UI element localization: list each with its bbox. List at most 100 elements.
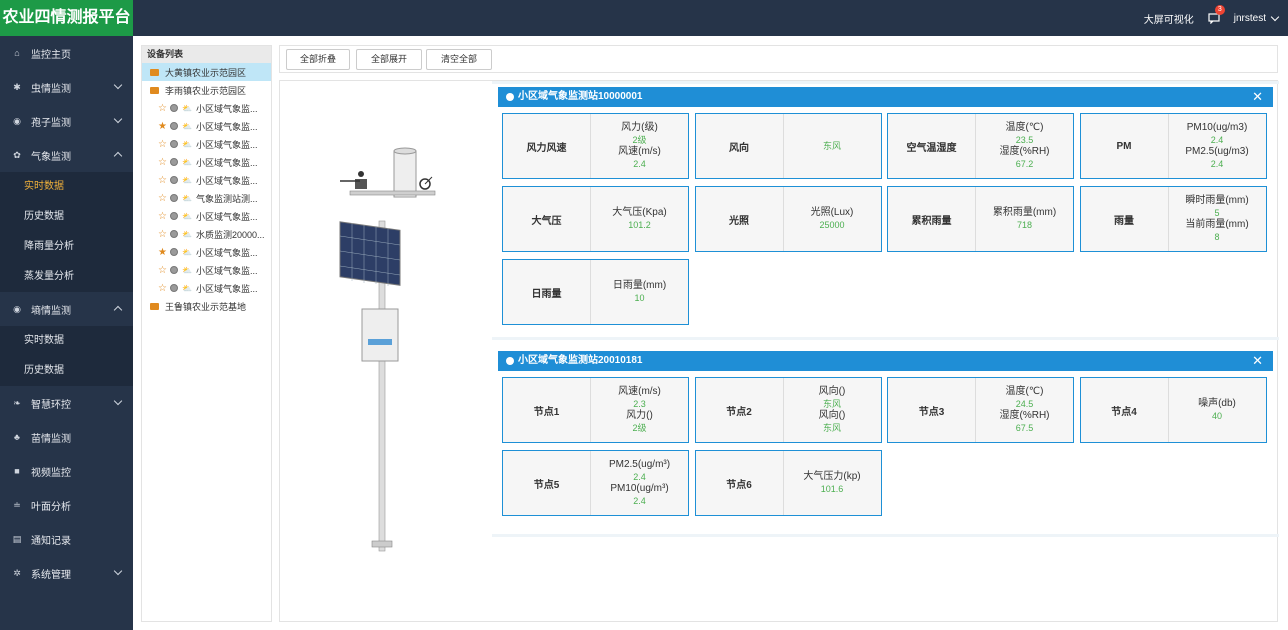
sidebar: ⌂ 监控主页 ✱ 虫情监测 ◉ 孢子监测 ✿ 气象监测 实时数据 历史数据 降雨量分析 蒸发量分析 ◉ 墒… — [0, 36, 133, 630]
tree-node[interactable]: ☆ ⛅ 小区域气象监... — [142, 207, 271, 225]
tree-node[interactable]: 大黄镇农业示范园区 — [142, 63, 271, 81]
chevron-down-icon[interactable] — [113, 114, 123, 124]
tree-node-label: 小区域气象监... — [195, 157, 258, 168]
sensor-value: 67.5 — [1015, 423, 1034, 433]
star-icon[interactable]: ☆ — [158, 211, 167, 222]
sensor-value: 东风 — [822, 423, 841, 433]
chevron-down-icon[interactable] — [113, 80, 123, 90]
sensor-name: 风速(m/s) — [618, 146, 661, 157]
star-icon[interactable]: ☆ — [158, 283, 167, 294]
tree-node-label: 小区域气象监... — [195, 103, 258, 114]
star-icon[interactable]: ★ — [158, 247, 167, 258]
collapse-all-button[interactable]: 全部折叠 — [286, 49, 350, 70]
app-logo-title[interactable]: 农业四情测报平台 — [0, 0, 133, 36]
star-icon[interactable]: ★ — [158, 121, 167, 132]
sidebar-item[interactable]: ⌂ 监控主页 — [0, 36, 133, 70]
star-icon[interactable]: ☆ — [158, 103, 167, 114]
sidebar-item[interactable]: ≐ 叶面分析 — [0, 488, 133, 522]
tree-node[interactable]: ☆ ⛅ 小区域气象监... — [142, 261, 271, 279]
sensor-value: 718 — [1016, 220, 1033, 230]
tree-node[interactable]: ☆ ⛅ 小区域气象监... — [142, 153, 271, 171]
sensor-card-values: 日雨量(mm) 10 — [591, 260, 688, 324]
station-panel-1-title: 小区域气象监测站10000001 — [518, 91, 643, 102]
sensor-card-label: 日雨量 — [503, 260, 591, 324]
clear-all-button[interactable]: 清空全部 — [426, 49, 492, 70]
sensor-value: 东风 — [822, 141, 841, 151]
sensor-card: 空气温湿度 温度(℃) 23.5 湿度(%RH) 67.2 — [887, 113, 1074, 179]
sidebar-subitem[interactable]: 降雨量分析 — [0, 232, 133, 262]
sidebar-item-label: 系统管理 — [31, 569, 71, 581]
sidebar-item[interactable]: ▤ 通知记录 — [0, 522, 133, 556]
chevron-down-icon[interactable] — [113, 566, 123, 576]
sidebar-item[interactable]: ✿ 气象监测 — [0, 138, 133, 172]
sidebar-item[interactable]: ◉ 墒情监测 — [0, 292, 133, 326]
close-icon[interactable]: ✕ — [1252, 351, 1263, 371]
sensor-card-values: 风向() 东风 风向() 东风 — [784, 378, 881, 442]
sensor-card: 节点1 风速(m/s) 2.3 风力() 2级 — [502, 377, 689, 443]
close-icon[interactable]: ✕ — [1252, 87, 1263, 107]
tree-node-label: 小区域气象监... — [195, 283, 258, 294]
sensor-card-values: 温度(℃) 24.5 湿度(%RH) 67.5 — [976, 378, 1073, 442]
sensor-card: 大气压 大气压(Kpa) 101.2 — [502, 186, 689, 252]
sidebar-subitem[interactable]: 历史数据 — [0, 202, 133, 232]
sensor-value: 101.2 — [628, 220, 651, 230]
tree-node[interactable]: ☆ ⛅ 小区域气象监... — [142, 171, 271, 189]
star-icon[interactable]: ☆ — [158, 139, 167, 150]
star-icon[interactable]: ☆ — [158, 157, 167, 168]
sidebar-subitem[interactable]: 实时数据 — [0, 326, 133, 356]
top-right-area: 大屏可视化 3 jnrstest — [1130, 0, 1280, 36]
expand-all-button[interactable]: 全部展开 — [356, 49, 422, 70]
tree-node-label: 小区域气象监... — [195, 121, 258, 132]
weather-cloud-icon: ⛅ — [182, 139, 192, 149]
status-dot-icon — [170, 230, 178, 238]
sensor-card-values: 大气压力(kp) 101.6 — [784, 451, 881, 515]
sidebar-item[interactable]: ■ 视频监控 — [0, 454, 133, 488]
chevron-up-icon[interactable] — [113, 151, 123, 161]
chevron-down-icon[interactable] — [113, 396, 123, 406]
sidebar-subitem[interactable]: 历史数据 — [0, 356, 133, 386]
tree-node[interactable]: 王鲁镇农业示范基地 — [142, 297, 271, 315]
bigscreen-link[interactable]: 大屏可视化 — [1144, 11, 1194, 26]
sidebar-item[interactable]: ✱ 虫情监测 — [0, 70, 133, 104]
tree-node[interactable]: ☆ ⛅ 小区域气象监... — [142, 279, 271, 297]
chevron-up-icon[interactable] — [113, 305, 123, 315]
tree-node[interactable]: ★ ⛅ 小区域气象监... — [142, 117, 271, 135]
tree-node[interactable]: 李雨镇农业示范园区 — [142, 81, 271, 99]
tree-node-label: 小区域气象监... — [195, 265, 258, 276]
weather-cloud-icon: ⛅ — [182, 157, 192, 167]
sidebar-item[interactable]: ✲ 系统管理 — [0, 556, 133, 590]
star-icon[interactable]: ☆ — [158, 193, 167, 204]
message-button[interactable]: 3 — [1208, 4, 1225, 24]
star-icon[interactable]: ☆ — [158, 229, 167, 240]
sidebar-subitem[interactable]: 蒸发量分析 — [0, 262, 133, 292]
sensor-card-label: PM — [1081, 114, 1169, 178]
sensor-card-label: 大气压 — [503, 187, 591, 251]
sensor-card-values: 东风 — [784, 114, 881, 178]
sensor-value: 67.2 — [1015, 159, 1034, 169]
sidebar-item[interactable]: ♣ 苗情监测 — [0, 420, 133, 454]
sensor-card-label: 节点1 — [503, 378, 591, 442]
sensor-name: 噪声(db) — [1198, 398, 1236, 409]
sensor-value: 8 — [1214, 232, 1220, 242]
sensor-card-values: 温度(℃) 23.5 湿度(%RH) 67.2 — [976, 114, 1073, 178]
star-icon[interactable]: ☆ — [158, 265, 167, 276]
sensor-name: 风向() — [818, 386, 846, 397]
sidebar-subitem[interactable]: 实时数据 — [0, 172, 133, 202]
tree-node[interactable]: ☆ ⛅ 气象监测站测... — [142, 189, 271, 207]
tree-node[interactable]: ★ ⛅ 小区域气象监... — [142, 243, 271, 261]
weather-cloud-icon: ⛅ — [182, 211, 192, 221]
globe-icon: ◉ — [13, 115, 21, 126]
weather-cloud-icon: ⛅ — [182, 121, 192, 131]
user-menu[interactable]: jnrstest — [1234, 12, 1280, 24]
tree-node[interactable]: ☆ ⛅ 小区域气象监... — [142, 135, 271, 153]
tree-node[interactable]: ☆ ⛅ 水质监测20000... — [142, 225, 271, 243]
sidebar-item-label: 监控主页 — [31, 49, 71, 61]
tree-node[interactable]: ☆ ⛅ 小区域气象监... — [142, 99, 271, 117]
sidebar-item[interactable]: ❧ 智慧环控 — [0, 386, 133, 420]
star-icon[interactable]: ☆ — [158, 175, 167, 186]
sensor-value: 2级 — [632, 423, 647, 433]
sidebar-item[interactable]: ◉ 孢子监测 — [0, 104, 133, 138]
settings-icon: ✲ — [13, 567, 21, 578]
sensor-card-label: 累积雨量 — [888, 187, 976, 251]
sensor-name: 风向() — [818, 410, 846, 421]
